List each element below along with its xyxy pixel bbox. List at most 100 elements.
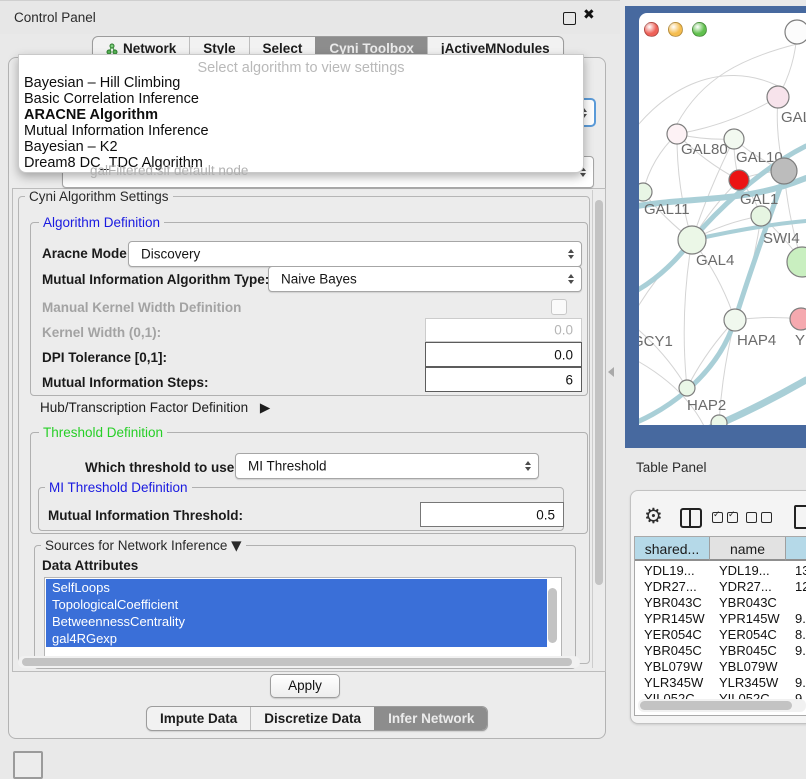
docked-panel-icon[interactable]	[13, 751, 43, 779]
network-node-gal[interactable]	[767, 86, 789, 108]
table-cell[interactable]: YDR27...	[710, 579, 786, 595]
network-node-label: GAL4	[696, 252, 734, 269]
network-node-big-green[interactable]	[787, 247, 806, 277]
algorithm-option[interactable]: ARACNE Algorithm	[24, 107, 578, 123]
network-view-window[interactable]: GALGAL80GAL10GAL1GAL11SWI4GAL4GCY1HAP4YH…	[639, 13, 806, 425]
gear-icon[interactable]: ⚙	[644, 506, 663, 526]
splitter-collapse-arrow[interactable]	[608, 367, 614, 377]
attribute-list-item[interactable]: TopologicalCoefficient	[46, 596, 547, 613]
network-node-gal4[interactable]	[678, 226, 706, 254]
spinner-arrows-icon	[568, 249, 574, 259]
dpi-tolerance-input[interactable]: 0.0	[425, 342, 582, 367]
data-attributes-list[interactable]: SelfLoopsTopologicalCoefficientBetweenne…	[44, 577, 562, 657]
attribute-list-item[interactable]: BetweennessCentrality	[46, 613, 547, 630]
network-node-label: HAP4	[737, 332, 776, 349]
table-panel-title: Table Panel	[636, 460, 707, 475]
hide-columns-icon[interactable]	[746, 512, 772, 523]
network-node-y[interactable]	[790, 308, 806, 330]
cyni-horizontal-scrollbar[interactable]	[18, 656, 580, 668]
cyni-vertical-scrollbar[interactable]	[592, 190, 605, 668]
threshold-definition-title: Threshold Definition	[39, 425, 167, 440]
table-cell[interactable]	[786, 659, 806, 675]
float-window-button[interactable]	[563, 12, 576, 25]
table-cell[interactable]: YBL079W	[710, 659, 786, 675]
table-cell[interactable]: YLR345W	[635, 675, 710, 691]
table-cell[interactable]: 9.	[786, 643, 806, 659]
table-cell[interactable]: YBR045C	[635, 643, 710, 659]
table-cell[interactable]: 9.	[786, 675, 806, 691]
mi-algorithm-type-label: Mutual Information Algorithm Type:	[42, 272, 269, 287]
table-cell[interactable]: YER054C	[710, 627, 786, 643]
network-node-label: SWI4	[763, 230, 800, 247]
bottom-tab-impute-data[interactable]: Impute Data	[147, 707, 250, 730]
which-threshold-select[interactable]: MI Threshold	[235, 453, 539, 479]
table-cell[interactable]: YDL19...	[710, 563, 786, 579]
network-canvas[interactable]: GALGAL80GAL10GAL1GAL11SWI4GAL4GCY1HAP4YH…	[639, 13, 806, 425]
manual-kernel-width-label: Manual Kernel Width Definition	[42, 300, 241, 315]
table-cell[interactable]: YPR145W	[710, 611, 786, 627]
bottom-tab-discretize-data[interactable]: Discretize Data	[250, 707, 374, 730]
column-header-shared[interactable]: shared...	[635, 537, 710, 561]
algorithm-option[interactable]: Basic Correlation Inference	[24, 91, 578, 107]
mi-threshold-label: Mutual Information Threshold:	[48, 508, 243, 523]
network-node-hap4[interactable]	[724, 309, 746, 331]
network-node-label: GAL11	[644, 201, 690, 218]
attribute-list-item[interactable]: SelfLoops	[46, 579, 547, 596]
table-cell[interactable]: 9.	[786, 611, 806, 627]
apply-button[interactable]: Apply	[270, 674, 340, 698]
new-table-icon[interactable]	[794, 505, 806, 529]
table-cell[interactable]: 12	[786, 579, 806, 595]
table-cell[interactable]: 8.	[786, 627, 806, 643]
aracne-mode-label: Aracne Mode:	[42, 246, 131, 261]
hub-definition-expander[interactable]: Hub/Transcription Factor Definition ▶	[40, 400, 270, 416]
bottom-tabbar: Impute Data Discretize Data Infer Network	[146, 706, 488, 731]
table-cell[interactable]: YER054C	[635, 627, 710, 643]
network-node-gal11[interactable]	[639, 183, 652, 201]
table-cell[interactable]: YBR043C	[710, 595, 786, 611]
algorithm-option[interactable]: Bayesian – K2	[24, 139, 578, 155]
table-cell[interactable]: 13	[786, 563, 806, 579]
table-cell[interactable]: YPR145W	[635, 611, 710, 627]
network-node-top-partial[interactable]	[785, 20, 806, 44]
column-header-name[interactable]: name	[710, 537, 786, 561]
mi-steps-input[interactable]: 6	[425, 367, 582, 392]
split-columns-icon[interactable]	[680, 508, 702, 528]
network-node-label: GCY1	[639, 333, 673, 350]
column-header-a[interactable]: A	[786, 537, 806, 561]
network-node-gray-node[interactable]	[771, 158, 797, 184]
mi-steps-label: Mutual Information Steps:	[42, 375, 209, 390]
collapse-down-icon: ▼	[231, 538, 241, 554]
network-node-label: GAL80	[681, 141, 728, 158]
show-checked-columns-icon[interactable]	[712, 512, 738, 523]
table-horizontal-scrollbar[interactable]	[638, 699, 806, 712]
table-cell[interactable]: YDR27...	[635, 579, 710, 595]
data-attributes-label: Data Attributes	[42, 558, 138, 573]
table-cell[interactable]: YLR345W	[710, 675, 786, 691]
algorithm-option[interactable]: Bayesian – Hill Climbing	[24, 75, 578, 91]
network-node-hap2[interactable]	[679, 380, 695, 396]
mi-algorithm-type-select[interactable]: Naive Bayes	[268, 266, 582, 292]
list-vertical-scrollbar[interactable]	[548, 588, 557, 643]
table-cell[interactable]: YBR045C	[710, 643, 786, 659]
control-panel-title: Control Panel	[14, 10, 96, 25]
aracne-mode-select[interactable]: Discovery	[128, 241, 582, 267]
cyni-algorithm-settings-title: Cyni Algorithm Settings	[25, 189, 173, 204]
network-node-gal10[interactable]	[724, 129, 744, 149]
table-cell[interactable]	[786, 595, 806, 611]
close-panel-button[interactable]: ✖	[583, 7, 595, 23]
network-node-swi4[interactable]	[751, 206, 771, 226]
bottom-tab-label: Impute Data	[160, 711, 237, 726]
network-node-gal1[interactable]	[729, 170, 749, 190]
sources-group-title[interactable]: Sources for Network Inference ▼	[41, 538, 246, 554]
network-node-bot-small[interactable]	[711, 415, 727, 425]
table-cell[interactable]: YDL19...	[635, 563, 710, 579]
manual-kernel-width-checkbox[interactable]	[551, 299, 567, 315]
kernel-width-input[interactable]: 0.0	[425, 318, 582, 342]
mi-threshold-input[interactable]: 0.5	[420, 502, 564, 527]
bottom-tab-label: Discretize Data	[264, 711, 361, 726]
table-cell[interactable]: YBL079W	[635, 659, 710, 675]
algorithm-option[interactable]: Mutual Information Inference	[24, 123, 578, 139]
bottom-tab-infer-network[interactable]: Infer Network	[374, 707, 487, 730]
table-cell[interactable]: YBR043C	[635, 595, 710, 611]
attribute-list-item[interactable]: gal4RGexp	[46, 630, 547, 647]
